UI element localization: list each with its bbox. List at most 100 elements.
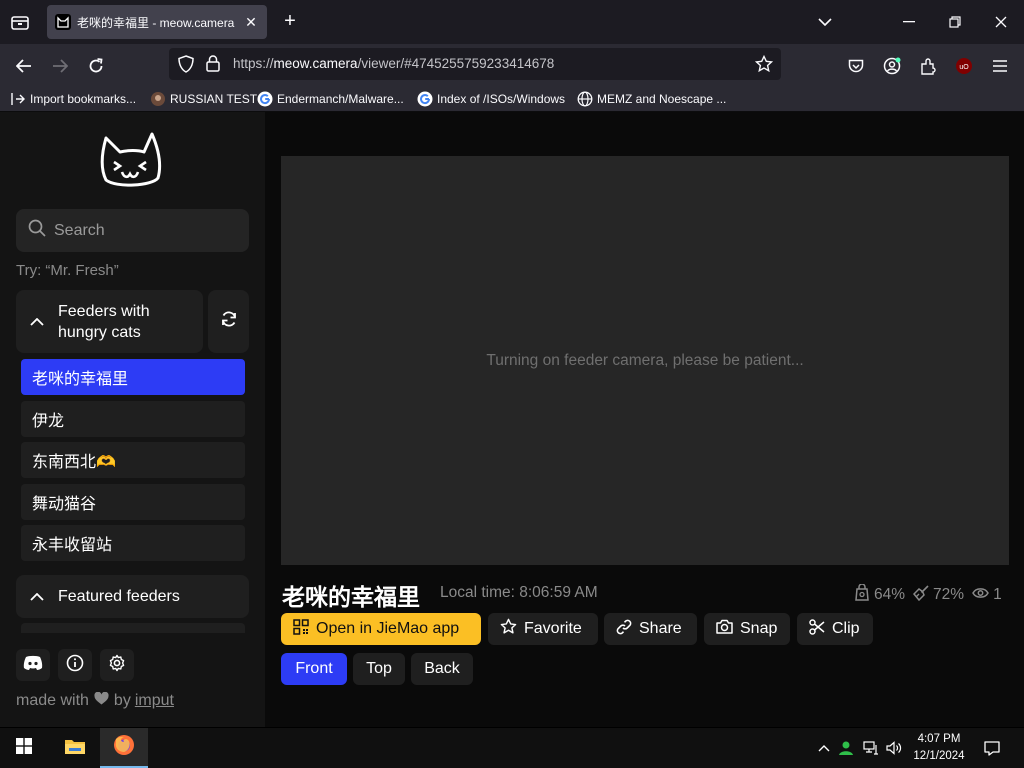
lock-icon[interactable] xyxy=(206,55,220,77)
feeder-item-partial[interactable] xyxy=(21,623,245,633)
link-icon xyxy=(616,619,639,640)
search-input[interactable] xyxy=(54,221,234,240)
tab-title: 老咪的幸福里 - meow.camera xyxy=(77,15,235,30)
broom-icon xyxy=(913,584,933,606)
taskbar-file-explorer[interactable] xyxy=(51,728,99,768)
discord-button[interactable] xyxy=(16,649,50,681)
back-arrow-icon[interactable] xyxy=(11,53,37,79)
feeder-item-active[interactable]: 老咪的幸福里 xyxy=(21,359,245,395)
camera-top-button[interactable]: Top xyxy=(353,653,405,685)
tab-close-icon[interactable]: ✕ xyxy=(243,14,259,30)
open-in-app-button[interactable]: Open in JieMao app xyxy=(281,613,481,645)
author-link[interactable]: imput xyxy=(135,692,174,710)
heart-icon xyxy=(94,691,109,710)
group-featured-title: Featured feeders xyxy=(58,588,180,605)
search-icon xyxy=(28,219,46,242)
search-hint: Try: “Mr. Fresh” xyxy=(16,262,119,279)
bookmark-star-icon[interactable] xyxy=(754,54,774,78)
minimize-icon[interactable] xyxy=(886,6,932,38)
bookmark-russian-test[interactable]: RUSSIAN TEST xyxy=(150,90,257,108)
feeder-item[interactable]: 舞动猫谷 xyxy=(21,484,245,520)
camera-icon xyxy=(716,619,740,639)
star-icon xyxy=(500,618,524,640)
sidebar: Try: “Mr. Fresh” Feeders with hungry cat… xyxy=(0,112,265,727)
made-with-credit: made with by imput xyxy=(16,691,174,710)
bookmarks-toolbar: Import bookmarks... RUSSIAN TEST Enderma… xyxy=(0,86,1024,112)
windows-logo-icon xyxy=(16,737,32,759)
eye-icon xyxy=(972,586,993,604)
feeder-item[interactable]: 伊龙 xyxy=(21,401,245,437)
menu-icon[interactable] xyxy=(987,53,1013,79)
camera-back-button[interactable]: Back xyxy=(411,653,473,685)
browser-nav-bar: https://meow.camera/viewer/#474525575923… xyxy=(0,44,1024,86)
clock-date: 12/1/2024 xyxy=(913,750,965,762)
account-icon[interactable] xyxy=(879,53,905,79)
cleanliness-stat: 72% xyxy=(913,584,964,606)
ublock-icon[interactable]: uO xyxy=(951,53,977,79)
new-tab-icon[interactable]: + xyxy=(278,10,302,34)
svg-text:uO: uO xyxy=(959,64,969,71)
windows-taskbar: 4:07 PM 12/1/2024 xyxy=(0,728,1024,768)
reload-icon[interactable] xyxy=(83,53,109,79)
folder-icon xyxy=(64,737,86,760)
site-favicon-icon xyxy=(150,91,166,107)
globe-icon xyxy=(577,91,593,107)
meow-favicon-icon xyxy=(55,14,71,30)
tab-list-icon[interactable] xyxy=(8,10,32,34)
camera-front-button[interactable]: Front xyxy=(281,653,347,685)
taskbar-clock[interactable]: 4:07 PM 12/1/2024 xyxy=(900,731,978,765)
browser-tab-active[interactable]: 老咪的幸福里 - meow.camera ✕ xyxy=(47,5,267,39)
network-icon[interactable] xyxy=(863,740,879,756)
snap-button[interactable]: Snap xyxy=(704,613,790,645)
taskbar-firefox[interactable] xyxy=(100,728,148,768)
pocket-icon[interactable] xyxy=(843,53,869,79)
forward-arrow-icon[interactable] xyxy=(47,53,73,79)
google-icon xyxy=(257,91,273,107)
scissors-icon xyxy=(809,618,832,640)
settings-button[interactable] xyxy=(100,649,134,681)
chevron-up-icon xyxy=(26,586,48,608)
import-icon xyxy=(10,91,26,107)
tray-overflow-chevron-icon[interactable] xyxy=(816,740,832,756)
restore-icon[interactable] xyxy=(932,6,978,38)
start-button[interactable] xyxy=(0,728,48,768)
discord-icon xyxy=(23,655,43,675)
address-bar[interactable]: https://meow.camera/viewer/#474525575923… xyxy=(169,48,781,80)
info-icon xyxy=(66,654,84,677)
feeder-title: 老咪的幸福里 xyxy=(282,584,420,610)
bookmark-isos[interactable]: Index of /ISOs/Windows xyxy=(417,90,565,108)
bookmark-import[interactable]: Import bookmarks... xyxy=(10,90,136,108)
extensions-icon[interactable] xyxy=(915,53,941,79)
feeder-item[interactable]: 永丰收留站 xyxy=(21,525,245,561)
group-featured-header[interactable]: Featured feeders xyxy=(16,575,249,618)
chevron-down-icon[interactable] xyxy=(813,10,837,34)
page-content: Try: “Mr. Fresh” Feeders with hungry cat… xyxy=(0,112,1024,727)
clip-button[interactable]: Clip xyxy=(797,613,873,645)
user-tray-icon[interactable] xyxy=(838,740,854,756)
refresh-button[interactable] xyxy=(208,290,249,353)
feeder-item[interactable]: 东南西北🫶 xyxy=(21,442,245,478)
refresh-icon xyxy=(220,310,238,333)
google-icon xyxy=(417,91,433,107)
bookmark-memz[interactable]: MEMZ and Noescape ... xyxy=(577,90,726,108)
search-box[interactable] xyxy=(16,209,249,252)
browser-tab-bar: 老咪的幸福里 - meow.camera ✕ + xyxy=(0,0,1024,44)
info-button[interactable] xyxy=(58,649,92,681)
food-bag-icon xyxy=(854,583,874,606)
favorite-button[interactable]: Favorite xyxy=(488,613,598,645)
share-button[interactable]: Share xyxy=(604,613,697,645)
camera-video[interactable]: Turning on feeder camera, please be pati… xyxy=(281,156,1009,565)
bookmark-endermanch[interactable]: Endermanch/Malware... xyxy=(257,90,404,108)
url-text: https://meow.camera/viewer/#474525575923… xyxy=(233,56,555,71)
gear-icon xyxy=(108,654,126,677)
qr-code-icon xyxy=(293,618,316,640)
meow-camera-logo[interactable] xyxy=(96,130,168,194)
window-close-icon[interactable] xyxy=(978,6,1024,38)
chevron-up-icon xyxy=(26,311,48,333)
video-status-message: Turning on feeder camera, please be pati… xyxy=(486,351,804,369)
shield-icon[interactable] xyxy=(178,55,194,78)
group-hungry-cats-header[interactable]: Feeders with hungry cats xyxy=(16,290,203,353)
notification-icon[interactable] xyxy=(980,732,1004,764)
feeder-stats: 64% 72% 1 xyxy=(854,583,1010,606)
food-stat: 64% xyxy=(854,583,905,606)
